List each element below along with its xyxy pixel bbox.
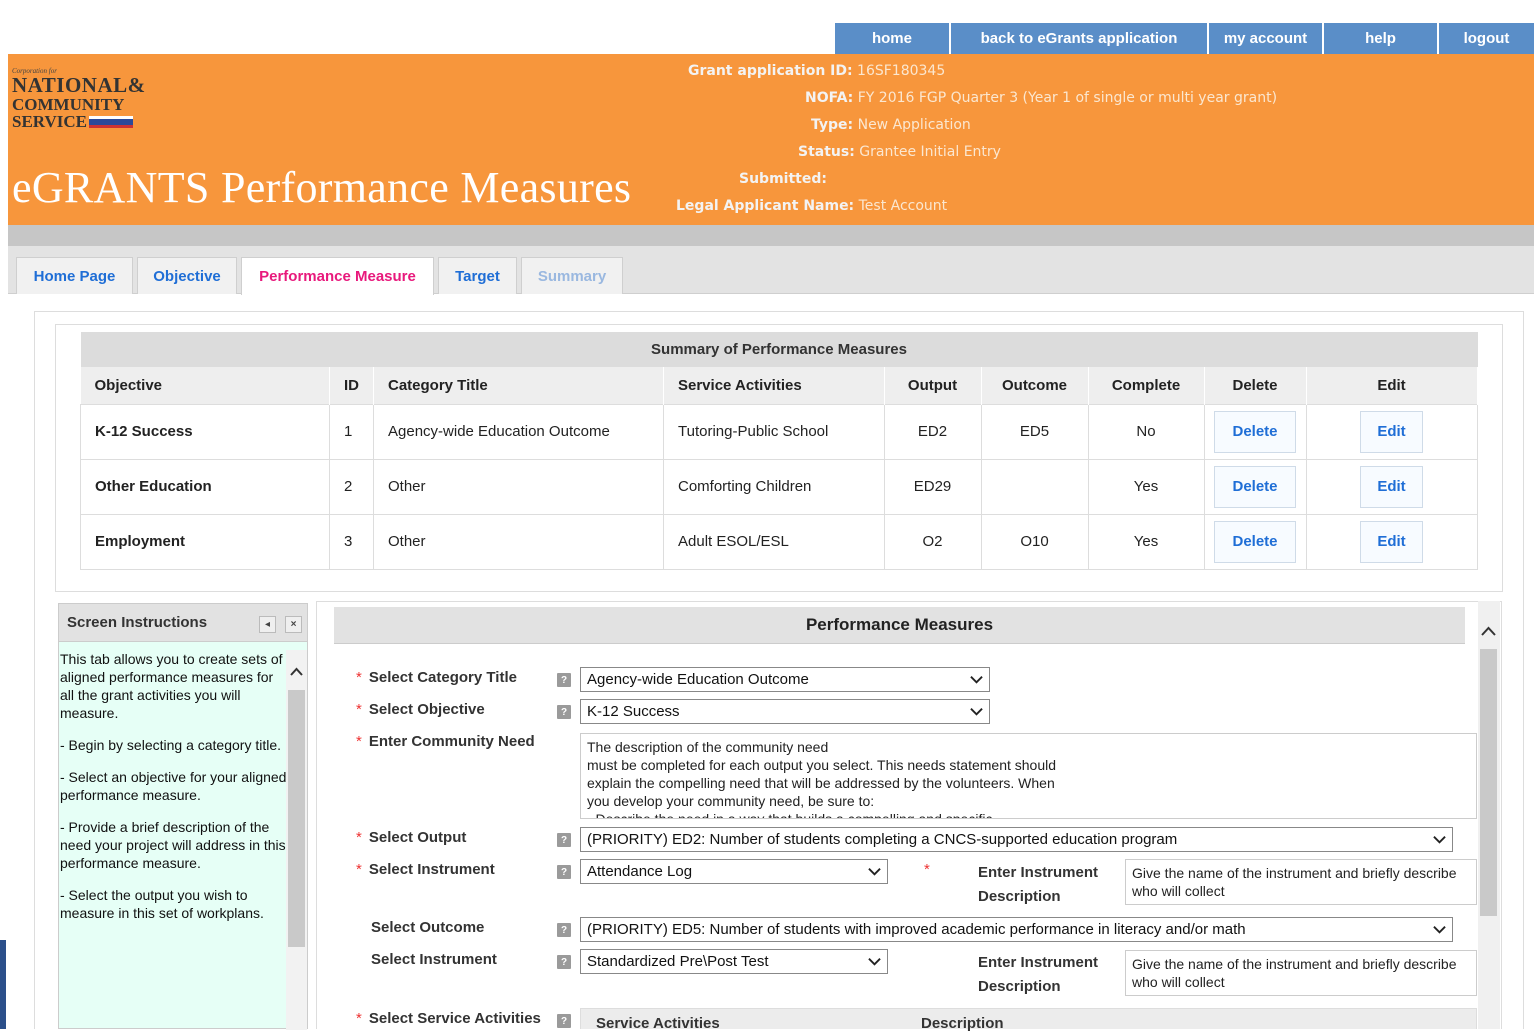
category-title-select[interactable]: Agency-wide Education Outcome: [580, 667, 990, 692]
chevron-down-icon: [1433, 836, 1446, 844]
form-scrollbar[interactable]: [1478, 601, 1500, 1029]
scroll-thumb[interactable]: [288, 690, 305, 947]
service-activities-table-header: Service Activities Description: [580, 1008, 1477, 1032]
help-icon[interactable]: ?: [557, 833, 571, 847]
form-title: Performance Measures: [334, 607, 1465, 644]
chevron-down-icon: [970, 676, 983, 684]
category-title-label: * Select Category Title: [356, 669, 517, 686]
delete-button[interactable]: Delete: [1214, 520, 1296, 563]
col-id: ID: [329, 367, 374, 404]
tab-target[interactable]: Target: [438, 257, 517, 294]
nav-help[interactable]: help: [1322, 23, 1437, 54]
col-delete: Delete: [1204, 367, 1307, 404]
table-row: Other Education 2 Other Comforting Child…: [80, 458, 1478, 515]
summary-caption: Summary of Performance Measures: [80, 332, 1478, 367]
help-icon[interactable]: ?: [557, 1014, 571, 1028]
outcome-instrument-select[interactable]: Standardized Pre\Post Test: [580, 949, 888, 974]
objective-label: * Select Objective: [356, 701, 485, 718]
edit-button[interactable]: Edit: [1360, 520, 1423, 563]
table-row: K-12 Success 1 Agency-wide Education Out…: [80, 403, 1478, 460]
help-icon[interactable]: ?: [557, 673, 571, 687]
col-objective: Objective: [80, 367, 330, 404]
app-title: eGRANTS Performance Measures: [12, 163, 632, 212]
outcome-label: Select Outcome: [371, 919, 485, 936]
tab-summary[interactable]: Summary: [521, 257, 623, 294]
output-instrument-select[interactable]: Attendance Log: [580, 859, 888, 884]
outcome-instrument-description[interactable]: Give the name of the instrument and brie…: [1125, 950, 1477, 996]
table-row: Employment 3 Other Adult ESOL/ESL O2 O10…: [80, 513, 1478, 570]
col-outcome: Outcome: [981, 367, 1089, 404]
nav-home[interactable]: home: [835, 23, 949, 54]
edit-button[interactable]: Edit: [1360, 465, 1423, 508]
nav-back-to-egrants[interactable]: back to eGrants application: [949, 23, 1207, 54]
chevron-down-icon: [868, 958, 881, 966]
delete-button[interactable]: Delete: [1214, 465, 1296, 508]
tab-objective[interactable]: Objective: [137, 257, 237, 294]
description-column: Description: [921, 1015, 1004, 1032]
instructions-text: This tab allows you to create sets of al…: [60, 651, 287, 921]
col-output: Output: [884, 367, 982, 404]
help-icon[interactable]: ?: [557, 705, 571, 719]
output-label: * Select Output: [356, 829, 467, 846]
community-need-label: * Enter Community Need: [356, 733, 535, 750]
summary-header-row: Objective ID Category Title Service Acti…: [80, 367, 1478, 404]
instructions-scrollbar[interactable]: [286, 650, 307, 1030]
edit-button[interactable]: Edit: [1360, 410, 1423, 453]
instructions-title: Screen Instructions: [67, 614, 208, 631]
chevron-down-icon: [970, 708, 983, 716]
top-navigation: home back to eGrants application my acco…: [835, 23, 1534, 54]
app-header: Corporation for NATIONAL& COMMUNITY SERV…: [8, 54, 1534, 225]
delete-button[interactable]: Delete: [1214, 410, 1296, 453]
flag-icon: [88, 115, 133, 128]
window-edge: [0, 940, 6, 1029]
instrument-label: * Select Instrument: [356, 861, 495, 878]
close-icon[interactable]: ×: [285, 616, 302, 633]
instrument-description-label: Enter Instrument Description: [978, 864, 1099, 905]
scroll-up-icon[interactable]: [290, 664, 303, 679]
col-edit: Edit: [1306, 367, 1478, 404]
help-icon[interactable]: ?: [557, 865, 571, 879]
nav-logout[interactable]: logout: [1437, 23, 1534, 54]
required-marker: *: [924, 861, 930, 878]
service-activities-label: * Select Service Activities: [356, 1010, 541, 1027]
instrument-description-label: Enter Instrument Description: [978, 954, 1099, 995]
scroll-up-icon[interactable]: [1481, 623, 1496, 639]
tab-home-page[interactable]: Home Page: [16, 257, 133, 294]
ncs-logo: Corporation for NATIONAL& COMMUNITY SERV…: [12, 67, 146, 131]
outcome-select[interactable]: (PRIORITY) ED5: Number of students with …: [580, 917, 1453, 942]
screen-instructions-panel: Screen Instructions ◂ × This tab allows …: [58, 603, 308, 1030]
help-icon[interactable]: ?: [557, 923, 571, 937]
tab-strip: Home Page Objective Performance Measure …: [8, 246, 1534, 295]
output-instrument-description[interactable]: Give the name of the instrument and brie…: [1125, 859, 1477, 905]
scroll-thumb[interactable]: [1480, 649, 1497, 916]
service-activities-column: Service Activities: [596, 1015, 720, 1032]
tab-performance-measure[interactable]: Performance Measure: [241, 257, 434, 295]
col-category-title: Category Title: [373, 367, 664, 404]
help-icon[interactable]: ?: [557, 955, 571, 969]
summary-table: Summary of Performance Measures Objectiv…: [80, 332, 1478, 570]
col-service-activities: Service Activities: [663, 367, 885, 404]
nav-my-account[interactable]: my account: [1207, 23, 1322, 54]
collapse-icon[interactable]: ◂: [259, 616, 276, 633]
output-select[interactable]: (PRIORITY) ED2: Number of students compl…: [580, 827, 1453, 852]
col-complete: Complete: [1088, 367, 1205, 404]
chevron-down-icon: [1433, 926, 1446, 934]
instrument-label: Select Instrument: [371, 951, 497, 968]
chevron-down-icon: [868, 868, 881, 876]
objective-select[interactable]: K-12 Success: [580, 699, 990, 724]
header-divider: [8, 225, 1534, 246]
community-need-textarea[interactable]: The description of the community need mu…: [580, 733, 1477, 819]
